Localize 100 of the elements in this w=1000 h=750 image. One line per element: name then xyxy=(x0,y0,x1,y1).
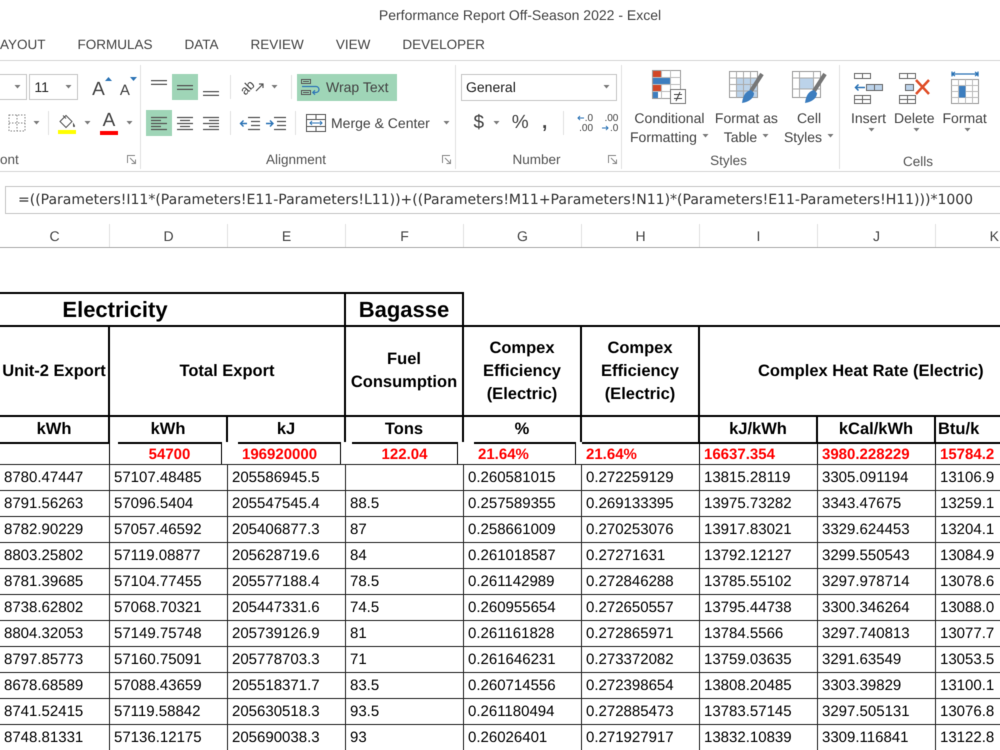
shrink-font-button[interactable]: A xyxy=(116,74,140,100)
wrap-text-button[interactable]: Wrap Text xyxy=(297,74,397,100)
table-cell: 93 xyxy=(346,724,464,750)
table-cell: 205628719.6 xyxy=(228,542,346,568)
column-header[interactable]: F xyxy=(346,224,464,247)
caret-icon xyxy=(65,85,72,89)
table-cell: 13053.5 xyxy=(936,646,1000,672)
table-cell: 0.261161828 xyxy=(464,620,582,646)
table-cell: 57104.77455 xyxy=(110,568,228,594)
wrap-text-icon xyxy=(301,78,321,96)
table-cell: 13106.9 xyxy=(936,464,1000,490)
table-cell: 3309.116841 xyxy=(818,724,936,750)
table-cell: 13078.6 xyxy=(936,568,1000,594)
ribbon-tab[interactable]: DATA xyxy=(168,30,235,58)
conditional-formatting-button[interactable]: Conditional Formatting xyxy=(628,69,711,151)
align-middle-button[interactable] xyxy=(172,74,198,100)
table-cell: 13759.03635 xyxy=(700,646,818,672)
column-header[interactable]: G xyxy=(464,224,582,247)
column-header[interactable]: H xyxy=(582,224,700,247)
table-cell: 3291.63549 xyxy=(818,646,936,672)
table-cell: 0.272885473 xyxy=(582,698,700,724)
format-cells-button[interactable]: Format xyxy=(941,71,988,153)
table-cell: 8797.85773 xyxy=(0,646,110,672)
column-header[interactable]: C xyxy=(0,224,110,247)
column-heading: Complex Heat Rate (Electric) xyxy=(700,325,1000,415)
grow-font-button[interactable]: A xyxy=(90,74,114,100)
comma-style-button[interactable]: , xyxy=(536,110,554,136)
format-as-table-button[interactable]: Format as Table xyxy=(712,69,780,151)
table-brush-icon xyxy=(728,69,764,105)
cells-arrow-icon xyxy=(852,71,886,105)
dialog-launcher-icon[interactable] xyxy=(127,154,136,164)
table-cell: 0.260714556 xyxy=(464,672,582,698)
table-cell: 0.260955654 xyxy=(464,594,582,620)
table-cell: 74.5 xyxy=(346,594,464,620)
total-cell: 21.64% xyxy=(582,442,700,464)
table-cell: 205577188.4 xyxy=(228,568,346,594)
arrow-right-icon xyxy=(602,125,609,131)
decrease-decimal-button[interactable]: .00 .0 xyxy=(596,110,621,136)
dialog-launcher-icon[interactable] xyxy=(608,154,617,164)
column-heading: Compex Efficiency (Electric) xyxy=(464,325,582,415)
column-header[interactable]: I xyxy=(700,224,818,247)
increase-decimal-button[interactable]: .0 .00 xyxy=(570,110,596,136)
column-header[interactable]: K xyxy=(936,224,1000,247)
table-cell: 205778703.3 xyxy=(228,646,346,672)
decrease-indent-icon xyxy=(239,116,261,130)
table-cell: 57119.08877 xyxy=(110,542,228,568)
font-size-field[interactable]: 11 xyxy=(29,74,78,100)
total-cell: 3980.228229 xyxy=(818,442,936,464)
unit-heading: kCal/kWh xyxy=(818,415,936,442)
group-label: ont xyxy=(0,152,20,166)
total-cell: 15784.2 xyxy=(936,442,1000,464)
unit-heading: kJ/kWh xyxy=(700,415,818,442)
font-color-button[interactable]: A xyxy=(97,110,121,136)
table-cell: 0.27271631 xyxy=(582,542,700,568)
number-format-field[interactable]: General xyxy=(461,74,617,100)
table-cell: 0.258661009 xyxy=(464,516,582,542)
unit-heading: kJ xyxy=(228,415,346,442)
merge-center-button[interactable]: Merge & Center xyxy=(302,110,454,136)
table-cell: 0.269133395 xyxy=(582,490,700,516)
table-cell: 3297.505131 xyxy=(818,698,936,724)
ribbon-tab[interactable]: REVIEW xyxy=(234,30,320,58)
table-cell: 13795.44738 xyxy=(700,594,818,620)
window-title: Performance Report Off-Season 2022 - Excel xyxy=(378,7,662,23)
currency-button[interactable]: $ xyxy=(469,110,488,136)
ribbon-tab[interactable]: FORMULAS xyxy=(62,30,169,58)
column-header[interactable]: E xyxy=(228,224,346,247)
dialog-launcher-icon[interactable] xyxy=(442,154,451,164)
table-cell: 0.272650557 xyxy=(582,594,700,620)
column-header[interactable]: J xyxy=(818,224,936,247)
column-heading: Compex Efficiency (Electric) xyxy=(582,325,700,415)
ribbon-tab[interactable]: VIEW xyxy=(320,30,386,58)
table-cell: 57068.70321 xyxy=(110,594,228,620)
table-cell: 13077.7 xyxy=(936,620,1000,646)
orientation-button[interactable]: ab xyxy=(237,74,281,100)
table-cell: 13259.1 xyxy=(936,490,1000,516)
table-cell: 13808.20485 xyxy=(700,672,818,698)
table-cell: 13784.5566 xyxy=(700,620,818,646)
column-header[interactable]: D xyxy=(110,224,228,247)
align-left-button[interactable] xyxy=(146,110,172,136)
ribbon-tab[interactable]: DEVELOPER xyxy=(386,30,501,58)
insert-cells-button[interactable]: Insert xyxy=(850,71,888,153)
font-name-field[interactable] xyxy=(0,74,28,100)
table-cell: 8748.81331 xyxy=(0,724,110,750)
table-cell: 13204.1 xyxy=(936,516,1000,542)
table-cell: 13122.8 xyxy=(936,724,1000,750)
table-cell: 3300.346264 xyxy=(818,594,936,620)
caret-icon xyxy=(493,121,500,125)
formula-field[interactable]: =((Parameters!I11*(Parameters!E11-Parameters!L11))+((Parameters!M11+Parameters!N11)*(Parameters!E11-Parameters!H11)))*1000 xyxy=(5,186,1000,214)
table-cell: 0.261018587 xyxy=(464,542,582,568)
table-cell: 0.272865971 xyxy=(582,620,700,646)
delete-cells-button[interactable]: Delete xyxy=(893,71,936,153)
percent-button[interactable]: % xyxy=(508,110,532,136)
ribbon-tab[interactable]: AYOUT xyxy=(0,30,62,58)
table-cell: 57149.75748 xyxy=(110,620,228,646)
table-cell: 8678.68589 xyxy=(0,672,110,698)
table-cell: 0.271927917 xyxy=(582,724,700,750)
caret-icon xyxy=(603,85,610,89)
group-header: Bagasse xyxy=(346,292,464,325)
cell-styles-button[interactable]: Cell Styles xyxy=(782,69,836,151)
table-cell: 0.272846288 xyxy=(582,568,700,594)
